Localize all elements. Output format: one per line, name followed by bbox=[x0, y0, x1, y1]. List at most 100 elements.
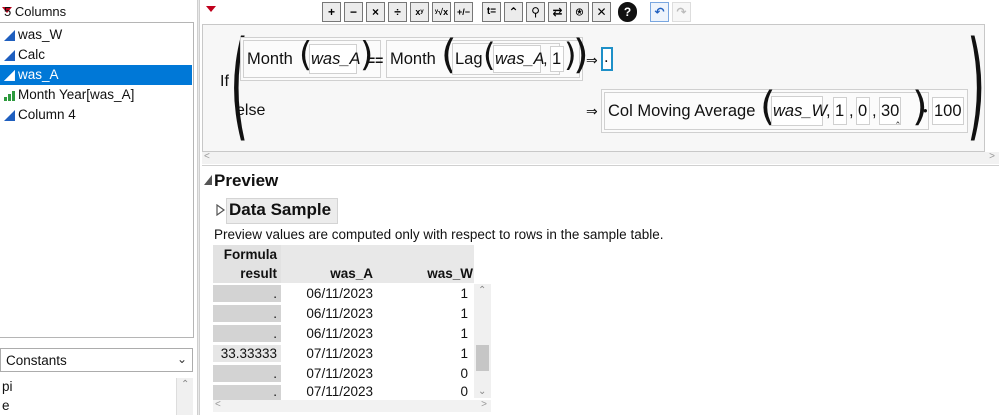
formula-result-cell bbox=[213, 285, 281, 303]
table-scrollbar-thumb[interactable] bbox=[476, 345, 489, 371]
divide-button[interactable]: ÷ bbox=[388, 2, 407, 22]
multiply-operator[interactable]: • bbox=[923, 101, 928, 121]
else-arrow: ⇒ bbox=[586, 103, 598, 119]
month-function-right[interactable]: Month bbox=[390, 49, 436, 69]
was-w-value: 1 bbox=[460, 326, 468, 341]
root-button[interactable]: ʸ√x bbox=[432, 2, 451, 22]
equals-operator[interactable]: == bbox=[367, 50, 383, 70]
column-item-was-w[interactable]: was_W bbox=[0, 25, 192, 45]
scroll-right-icon[interactable]: > bbox=[989, 151, 995, 162]
comma: , bbox=[826, 102, 831, 120]
was-a-argument[interactable]: was_A bbox=[311, 49, 361, 69]
add-button[interactable]: + bbox=[322, 2, 341, 22]
column-item-label: Month Year[was_A] bbox=[18, 87, 135, 102]
function-category-select[interactable]: Constants ⌄ bbox=[0, 348, 193, 372]
sample-table: Formula result was_A was_W . 06/11/2023 … bbox=[213, 245, 493, 403]
collapse-triangle-icon[interactable] bbox=[203, 174, 213, 186]
columns-count-label: 5 Columns bbox=[4, 4, 67, 19]
was-w-value: 0 bbox=[460, 384, 468, 399]
ordinal-column-icon bbox=[4, 91, 15, 101]
header-was-a: was_A bbox=[330, 266, 373, 281]
constant-item-pi[interactable]: pi bbox=[2, 379, 13, 394]
formula-result-value: . bbox=[273, 286, 277, 301]
if-keyword: If bbox=[220, 73, 229, 90]
caret-icon: ‸ bbox=[896, 112, 900, 124]
formula-result-cell bbox=[213, 365, 281, 383]
was-w-value: 1 bbox=[460, 346, 468, 361]
scroll-up-icon[interactable]: ⌃ bbox=[181, 379, 189, 390]
column-item-label: Calc bbox=[18, 47, 46, 62]
constants-scrollbar[interactable]: ⌃ bbox=[176, 378, 193, 415]
columns-header[interactable]: 5 Columns bbox=[0, 3, 196, 21]
continuous-column-icon bbox=[4, 70, 15, 81]
lag-function[interactable]: Lag bbox=[455, 49, 483, 69]
formula-result-cell bbox=[213, 325, 281, 343]
red-triangle-menu-icon[interactable] bbox=[206, 6, 216, 12]
scroll-up-icon[interactable]: ⌃ bbox=[478, 285, 486, 296]
was-a-value: 07/11/2023 bbox=[306, 366, 373, 381]
formula-result-value: . bbox=[273, 384, 277, 399]
multiply-button[interactable]: × bbox=[366, 2, 385, 22]
swap-button[interactable]: ⇄ bbox=[548, 2, 567, 22]
preview-divider bbox=[202, 165, 999, 166]
unary-button[interactable]: ⍟ bbox=[570, 2, 589, 22]
was-w-argument[interactable]: was_W bbox=[773, 101, 827, 121]
columns-list[interactable]: was_W Calc was_A Month Year[was_A] Colum… bbox=[0, 22, 194, 338]
table-vertical-scrollbar[interactable]: ⌃ ⌄ bbox=[474, 284, 491, 398]
formula-editor[interactable]: If ( ) Month ( was_A ) == Month ( Lag ( … bbox=[202, 24, 985, 152]
formula-result-value: 33.33333 bbox=[220, 346, 277, 361]
was-a-value: 06/11/2023 bbox=[306, 326, 373, 341]
local-variable-button[interactable]: t= bbox=[482, 2, 501, 22]
column-item-label: was_W bbox=[18, 27, 63, 42]
formula-result-value: . bbox=[273, 366, 277, 381]
column-item-month-year[interactable]: Month Year[was_A] bbox=[0, 85, 192, 105]
formula-editor-menu[interactable] bbox=[206, 4, 217, 14]
negate-button[interactable]: +/− bbox=[454, 2, 473, 22]
header-formula-line1: Formula bbox=[223, 247, 277, 262]
subtract-button[interactable]: − bbox=[344, 2, 363, 22]
then-arrow: ⇒ bbox=[586, 52, 598, 68]
delete-button[interactable]: ✕ bbox=[592, 2, 611, 22]
multiplier-value[interactable]: 100 bbox=[934, 101, 962, 121]
unwrap-button[interactable]: ⚲ bbox=[526, 2, 545, 22]
formula-horizontal-scrollbar[interactable]: < > bbox=[202, 151, 999, 164]
month-function-left[interactable]: Month bbox=[247, 49, 293, 69]
column-item-label: was_A bbox=[18, 67, 59, 82]
then-value[interactable]: . bbox=[604, 47, 609, 67]
table-horizontal-scrollbar[interactable]: < > bbox=[213, 399, 491, 412]
arg-3-value[interactable]: 0 bbox=[858, 101, 867, 121]
column-item-column-4[interactable]: Column 4 bbox=[0, 105, 192, 125]
expand-triangle-icon[interactable] bbox=[216, 204, 226, 216]
scroll-right-icon[interactable]: > bbox=[481, 399, 487, 410]
column-item-calc[interactable]: Calc bbox=[0, 45, 192, 65]
data-sample-title[interactable]: Data Sample bbox=[229, 200, 331, 220]
constant-item-e[interactable]: e bbox=[2, 398, 10, 413]
else-keyword: else bbox=[236, 102, 266, 119]
redo-button[interactable]: ↷ bbox=[672, 2, 691, 22]
was-a-value: 06/11/2023 bbox=[306, 286, 373, 301]
preview-title[interactable]: Preview bbox=[214, 171, 278, 191]
scroll-left-icon[interactable]: < bbox=[215, 399, 221, 410]
comma: , bbox=[849, 102, 854, 120]
undo-button[interactable]: ↶ bbox=[650, 2, 669, 22]
column-item-label: Column 4 bbox=[18, 107, 76, 122]
was-w-value: 1 bbox=[460, 286, 468, 301]
power-button[interactable]: xʸ bbox=[410, 2, 429, 22]
column-item-was-a[interactable]: was_A bbox=[0, 65, 192, 85]
col-moving-average-function[interactable]: Col Moving Average bbox=[608, 101, 755, 121]
arg-2-value[interactable]: 1 bbox=[835, 101, 844, 121]
formula-result-cell bbox=[213, 305, 281, 323]
panel-splitter[interactable] bbox=[197, 0, 200, 415]
was-a-value: 06/11/2023 bbox=[306, 306, 373, 321]
continuous-column-icon bbox=[4, 30, 15, 41]
constants-list[interactable]: pi e bbox=[0, 378, 193, 415]
header-was-w: was_W bbox=[427, 266, 473, 281]
was-a-argument[interactable]: was_A bbox=[495, 49, 545, 69]
help-button[interactable]: ? bbox=[618, 2, 637, 22]
lag-n-value[interactable]: 1 bbox=[552, 49, 561, 69]
chevron-down-icon: ⌄ bbox=[176, 352, 187, 366]
peel-button[interactable]: ⌃ bbox=[504, 2, 523, 22]
scroll-left-icon[interactable]: < bbox=[204, 151, 210, 162]
scroll-down-icon[interactable]: ⌄ bbox=[478, 386, 486, 397]
was-w-value: 0 bbox=[460, 366, 468, 381]
